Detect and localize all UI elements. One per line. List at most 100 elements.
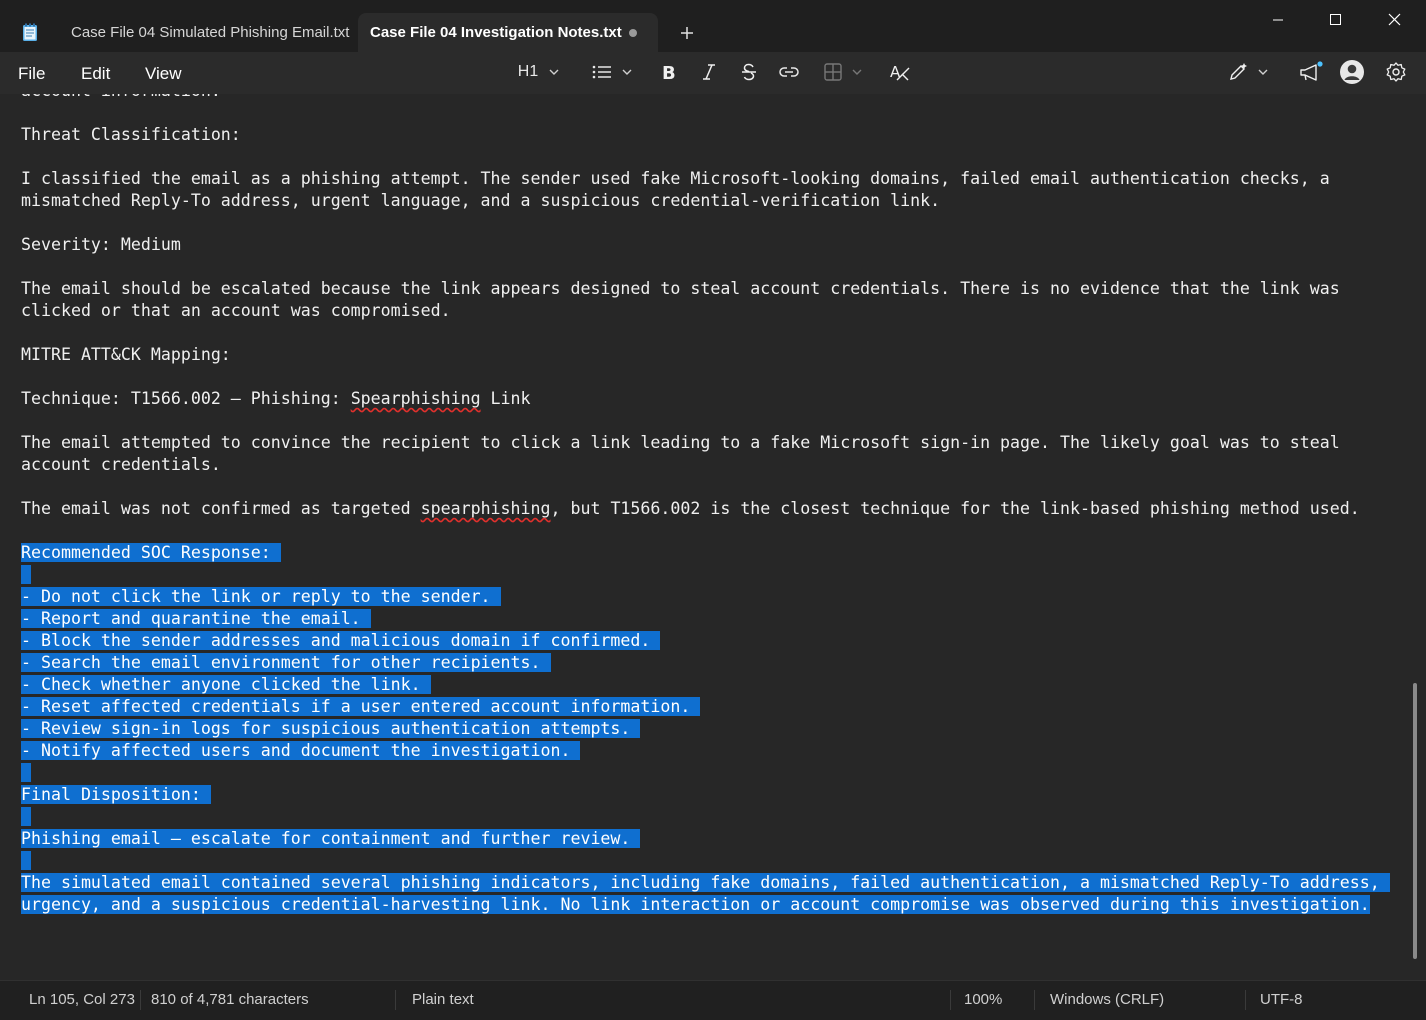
line-text-segment <box>21 763 31 782</box>
menu-bar: File Edit View H1 B A <box>0 52 1426 94</box>
editor-line: - Block the sender addresses and malicio… <box>21 630 1390 652</box>
clear-formatting-button[interactable]: A <box>886 52 914 92</box>
list-dropdown[interactable] <box>588 52 638 92</box>
selected-text: - Block the sender addresses and malicio… <box>21 631 661 650</box>
line-text: Technique: T1566.002 — Phishing: Spearph… <box>21 389 531 408</box>
editor-line: - Review sign-in logs for suspicious aut… <box>21 718 1390 740</box>
editor-line: The email attempted to convince the reci… <box>21 432 1390 454</box>
zoom-level[interactable]: 100% <box>964 991 1002 1008</box>
tab-investigation-notes[interactable]: Case File 04 Investigation Notes.txt <box>358 13 658 52</box>
italic-button[interactable] <box>697 52 721 92</box>
spelling-error[interactable]: spearphishing <box>421 499 551 518</box>
divider <box>140 990 141 1010</box>
divider <box>395 990 396 1010</box>
strikethrough-button[interactable] <box>737 52 761 92</box>
table-dropdown[interactable] <box>820 52 868 92</box>
tab-label: Case File 04 Investigation Notes.txt <box>370 24 622 41</box>
selected-text: - Check whether anyone clicked the link. <box>21 675 431 694</box>
minimize-icon[interactable] <box>1255 6 1301 34</box>
scrollbar-thumb[interactable] <box>1413 683 1417 959</box>
insert-link-button[interactable] <box>776 52 802 92</box>
line-text-segment: , but T1566.002 is the closest technique… <box>550 499 1360 518</box>
menu-file[interactable]: File <box>18 64 45 84</box>
editor-line: Recommended SOC Response: <box>21 542 1390 564</box>
cursor-position: Ln 105, Col 273 <box>29 991 135 1008</box>
line-text-segment: - Search the email environment for other… <box>21 653 551 672</box>
line-text-segment <box>21 807 31 826</box>
maximize-icon[interactable] <box>1312 6 1358 34</box>
line-text: account credentials. <box>21 455 221 474</box>
selected-text: - Review sign-in logs for suspicious aut… <box>21 719 641 738</box>
heading-label: H1 <box>517 63 539 80</box>
selected-text: - Reset affected credentials if a user e… <box>21 697 701 716</box>
line-text-segment: Phishing email — escalate for containmen… <box>21 829 641 848</box>
editor-line: - Check whether anyone clicked the link. <box>21 674 1390 696</box>
avatar-icon <box>1340 60 1364 84</box>
unsaved-changes-dot-icon[interactable] <box>629 29 637 37</box>
editor-line: urgency, and a suspicious credential-har… <box>21 894 1390 916</box>
divider <box>1034 990 1035 1010</box>
chevron-down-icon <box>622 69 632 75</box>
line-text-segment: The simulated email contained several ph… <box>21 873 1390 892</box>
line-text-segment: The email should be escalated because th… <box>21 279 1340 298</box>
editor-line: clicked or that an account was compromis… <box>21 300 1390 322</box>
selected-text: Final Disposition: <box>21 785 211 804</box>
text-editor[interactable]: account information. Threat Classificatio… <box>0 94 1413 980</box>
line-text: clicked or that an account was compromis… <box>21 301 451 320</box>
new-tab-plus-icon[interactable] <box>676 22 698 44</box>
tab-simulated-phishing-email[interactable]: Case File 04 Simulated Phishing Email.tx… <box>58 13 358 52</box>
editor-line: mismatched Reply-To address, urgent lang… <box>21 190 1390 212</box>
line-text: The email was not confirmed as targeted … <box>21 499 1360 518</box>
selected-text <box>21 851 31 870</box>
clear-formatting-icon: A <box>890 63 910 81</box>
spelling-error[interactable]: Spearphishing <box>351 389 481 408</box>
selected-text: - Search the email environment for other… <box>21 653 551 672</box>
encoding[interactable]: UTF-8 <box>1260 991 1303 1008</box>
svg-text:B: B <box>662 63 676 82</box>
whats-new-button[interactable] <box>1295 52 1327 92</box>
line-text: Threat Classification: <box>21 125 241 144</box>
settings-button[interactable] <box>1382 52 1410 92</box>
italic-icon <box>703 64 715 80</box>
selected-text: - Report and quarantine the email. <box>21 609 371 628</box>
editor-line <box>21 850 1390 872</box>
line-text: The email attempted to convince the reci… <box>21 433 1340 452</box>
link-icon <box>779 67 799 77</box>
line-text: Severity: Medium <box>21 235 181 254</box>
account-button[interactable] <box>1337 52 1367 92</box>
line-text-segment: - Report and quarantine the email. <box>21 609 371 628</box>
line-text-segment: - Reset affected credentials if a user e… <box>21 697 701 716</box>
line-text-segment: account credentials. <box>21 455 221 474</box>
menu-view[interactable]: View <box>145 64 182 84</box>
menu-edit[interactable]: Edit <box>81 64 110 84</box>
line-text: mismatched Reply-To address, urgent lang… <box>21 191 940 210</box>
line-text-segment: - Block the sender addresses and malicio… <box>21 631 661 650</box>
line-text-segment: - Check whether anyone clicked the link. <box>21 675 431 694</box>
heading-dropdown[interactable]: H1 <box>514 52 566 92</box>
line-ending[interactable]: Windows (CRLF) <box>1050 991 1164 1008</box>
line-text-segment <box>21 851 31 870</box>
line-text-segment: I classified the email as a phishing att… <box>21 169 1330 188</box>
character-count: 810 of 4,781 characters <box>151 991 309 1008</box>
editor-line: - Notify affected users and document the… <box>21 740 1390 762</box>
editor-line: Phishing email — escalate for containmen… <box>21 828 1390 850</box>
editor-line: I classified the email as a phishing att… <box>21 168 1390 190</box>
line-text-segment: MITRE ATT&CK Mapping: <box>21 345 231 364</box>
editor-line: account information. <box>21 94 1390 102</box>
chevron-down-icon <box>1258 69 1268 75</box>
close-icon[interactable] <box>1371 6 1417 34</box>
bulleted-list-icon <box>592 65 611 79</box>
editor-line: The email should be escalated because th… <box>21 278 1390 300</box>
pen-sparkle-icon <box>1230 63 1247 80</box>
rewrite-dropdown[interactable] <box>1224 52 1274 92</box>
megaphone-icon <box>1300 61 1323 81</box>
bold-button[interactable]: B <box>656 52 680 92</box>
line-text-segment: Recommended SOC Response: <box>21 543 281 562</box>
editor-line: Final Disposition: <box>21 784 1390 806</box>
line-text-segment: The email was not confirmed as targeted <box>21 499 421 518</box>
